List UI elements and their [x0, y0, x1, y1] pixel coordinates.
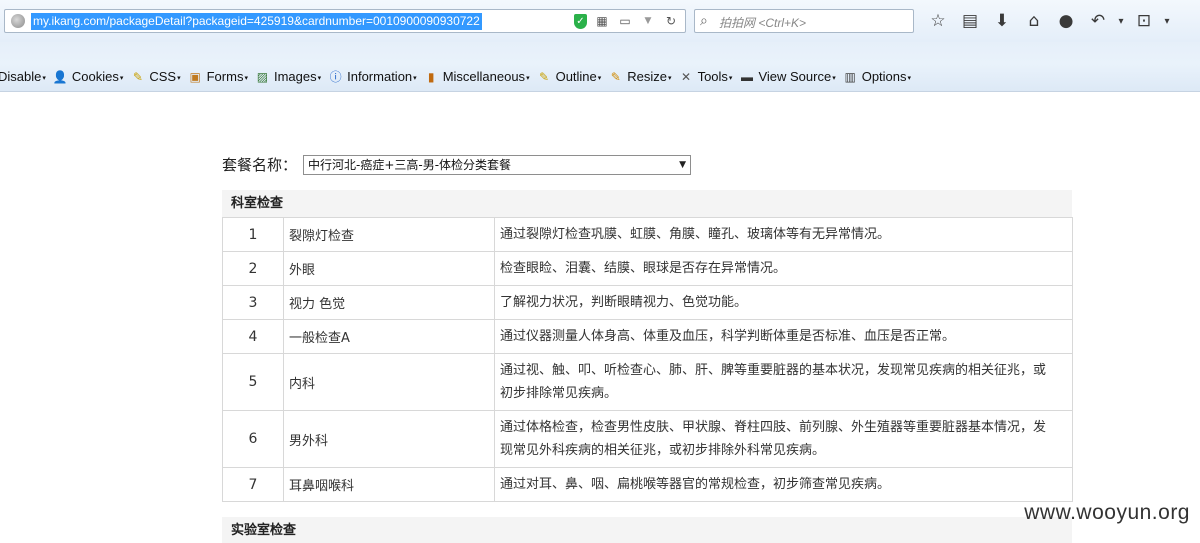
watermark: www.wooyun.org [1024, 501, 1190, 524]
exam-number: 6 [222, 410, 284, 468]
dev-toolbar-items: Disable ▾ 👤 Cookies ▾ ✎ CSS ▾ ▣ Forms ▾ ▨ Im… [0, 69, 918, 84]
exam-name: 耳鼻咽喉科 [283, 467, 495, 502]
reader-icon[interactable]: ▭ [617, 13, 633, 29]
dev-menu-forms[interactable]: ▣ Forms ▾ [188, 69, 248, 84]
section-title-lab: 实验室检查 [222, 517, 1072, 543]
home-icon[interactable]: ⌂ [1018, 9, 1050, 33]
dev-menu-tools[interactable]: ✕ Tools ▾ [679, 69, 732, 84]
package-select[interactable]: 中行河北-癌症+三高-男-体检分类套餐 ▼ [303, 154, 692, 175]
exam-name: 裂隙灯检查 [283, 217, 495, 252]
table-row: 6 男外科 通过体格检查，检查男性皮肤、甲状腺、脊柱四肢、前列腺、外生殖器等重要… [222, 410, 1073, 468]
download-icon[interactable]: ⬇ [986, 9, 1018, 33]
exam-number: 1 [222, 217, 284, 252]
exam-description: 了解视力状况，判断眼睛视力、色觉功能。 [494, 285, 1073, 320]
exam-name: 视力 色觉 [283, 285, 495, 320]
dropdown-arrow-icon[interactable]: ▼ [640, 13, 656, 29]
cookies-person-icon: 👤 [52, 69, 68, 84]
table-row: 4 一般检查A 通过仪器测量人体身高、体重及血压，科学判断体重是否标准、血压是否… [222, 319, 1073, 354]
dev-menu-options[interactable]: ▥ Options ▾ [843, 69, 912, 84]
dev-menu-css[interactable]: ✎ CSS ▾ [130, 69, 181, 84]
bookmarks-list-icon[interactable]: ▤ [954, 9, 986, 33]
exam-name: 内科 [283, 353, 495, 411]
exam-description: 通过裂隙灯检查巩膜、虹膜、角膜、瞳孔、玻璃体等有无异常情况。 [494, 217, 1073, 252]
exam-description: 通过体格检查，检查男性皮肤、甲状腺、脊柱四肢、前列腺、外生殖器等重要脏器基本情况… [494, 410, 1073, 468]
outline-pencil-icon: ✎ [539, 69, 550, 84]
exam-table: 1 裂隙灯检查 通过裂隙灯检查巩膜、虹膜、角膜、瞳孔、玻璃体等有无异常情况。 2… [222, 217, 1073, 502]
chevron-down-icon: ▼ [679, 159, 687, 170]
exam-number: 2 [222, 251, 284, 286]
url-bar[interactable]: my.ikang.com/packageDetail?packageid=425… [4, 9, 686, 33]
table-row: 7 耳鼻咽喉科 通过对耳、鼻、咽、扁桃喉等器官的常规检查，初步筛查常见疾病。 [222, 467, 1073, 502]
search-icon: ⌕ [700, 13, 708, 29]
crop-dropdown-icon[interactable]: ▾ [1160, 9, 1174, 33]
information-icon: ⓘ [329, 70, 342, 84]
search-placeholder: 拍拍网 <Ctrl+K> [719, 16, 807, 30]
toolbar-spacer [0, 42, 1200, 64]
options-icon: ▥ [844, 69, 856, 84]
exam-number: 3 [222, 285, 284, 320]
dev-menu-disable[interactable]: Disable ▾ [0, 69, 46, 84]
reload-icon[interactable]: ↻ [663, 13, 679, 29]
exam-number: 5 [222, 353, 284, 411]
web-developer-toolbar: Disable ▾ 👤 Cookies ▾ ✎ CSS ▾ ▣ Forms ▾ ▨ Im… [0, 64, 1200, 92]
table-row: 1 裂隙灯检查 通过裂隙灯检查巩膜、虹膜、角膜、瞳孔、玻璃体等有无异常情况。 [222, 217, 1073, 252]
exam-description: 通过对耳、鼻、咽、扁桃喉等器官的常规检查，初步筛查常见疾病。 [494, 467, 1073, 502]
chat-icon[interactable]: ● [1050, 9, 1082, 33]
section-title-department: 科室检查 [222, 190, 1072, 217]
crop-icon[interactable]: ⊡ [1128, 9, 1160, 33]
images-picture-icon: ▨ [256, 69, 269, 84]
exam-description: 通过视、触、叩、听检查心、肺、肝、脾等重要脏器的基本状况，发现常见疾病的相关征兆… [494, 353, 1073, 411]
qrcode-icon[interactable]: ▦ [594, 13, 610, 29]
package-selector-row: 套餐名称： 中行河北-癌症+三高-男-体检分类套餐 ▼ [222, 154, 692, 175]
undo-dropdown-icon[interactable]: ▾ [1114, 9, 1128, 33]
tools-wrench-icon: ✕ [681, 69, 692, 84]
browser-navbar: my.ikang.com/packageDetail?packageid=425… [0, 0, 1200, 42]
exam-description: 检查眼睑、泪囊、结膜、眼球是否存在异常情况。 [494, 251, 1073, 286]
url-text[interactable]: my.ikang.com/packageDetail?packageid=425… [31, 13, 482, 30]
exam-number: 7 [222, 467, 284, 502]
resize-pencil-icon: ✎ [610, 69, 621, 84]
dev-menu-miscellaneous[interactable]: ▮ Miscellaneous ▾ [424, 69, 530, 84]
shield-icon[interactable]: ✓ [574, 13, 587, 29]
dev-menu-view-source[interactable]: ▬ View Source ▾ [739, 69, 836, 84]
forms-clipboard-icon: ▣ [189, 69, 201, 84]
exam-name: 一般检查A [283, 319, 495, 354]
dev-menu-outline[interactable]: ✎ Outline ▾ [537, 69, 601, 84]
nav-toolbar-icons: ☆ ▤ ⬇ ⌂ ● ↶ ▾ ⊡ ▾ [922, 9, 1174, 33]
undo-icon[interactable]: ↶ [1082, 9, 1114, 33]
dev-menu-cookies[interactable]: 👤 Cookies ▾ [53, 69, 123, 84]
dev-menu-images[interactable]: ▨ Images ▾ [255, 69, 321, 84]
miscellaneous-book-icon: ▮ [427, 69, 435, 84]
package-label: 套餐名称： [222, 156, 298, 174]
globe-icon [11, 14, 25, 28]
table-row: 3 视力 色觉 了解视力状况，判断眼睛视力、色觉功能。 [222, 285, 1073, 320]
package-select-value: 中行河北-癌症+三高-男-体检分类套餐 [308, 157, 512, 172]
search-bar[interactable]: ⌕ 拍拍网 <Ctrl+K> [694, 9, 914, 33]
table-row: 2 外眼 检查眼睑、泪囊、结膜、眼球是否存在异常情况。 [222, 251, 1073, 286]
exam-description: 通过仪器测量人体身高、体重及血压，科学判断体重是否标准、血压是否正常。 [494, 319, 1073, 354]
url-bar-icons: ✓ ▦ ▭ ▼ ↻ [574, 13, 679, 29]
dev-menu-information[interactable]: ⓘ Information ▾ [328, 69, 417, 84]
dev-menu-resize[interactable]: ✎ Resize ▾ [608, 69, 672, 84]
exam-name: 外眼 [283, 251, 495, 286]
table-row: 5 内科 通过视、触、叩、听检查心、肺、肝、脾等重要脏器的基本状况，发现常见疾病… [222, 353, 1073, 411]
exam-number: 4 [222, 319, 284, 354]
bookmark-star-icon[interactable]: ☆ [922, 9, 954, 33]
view-source-monitor-icon: ▬ [740, 69, 753, 84]
css-pencil-icon: ✎ [132, 69, 143, 84]
exam-name: 男外科 [283, 410, 495, 468]
